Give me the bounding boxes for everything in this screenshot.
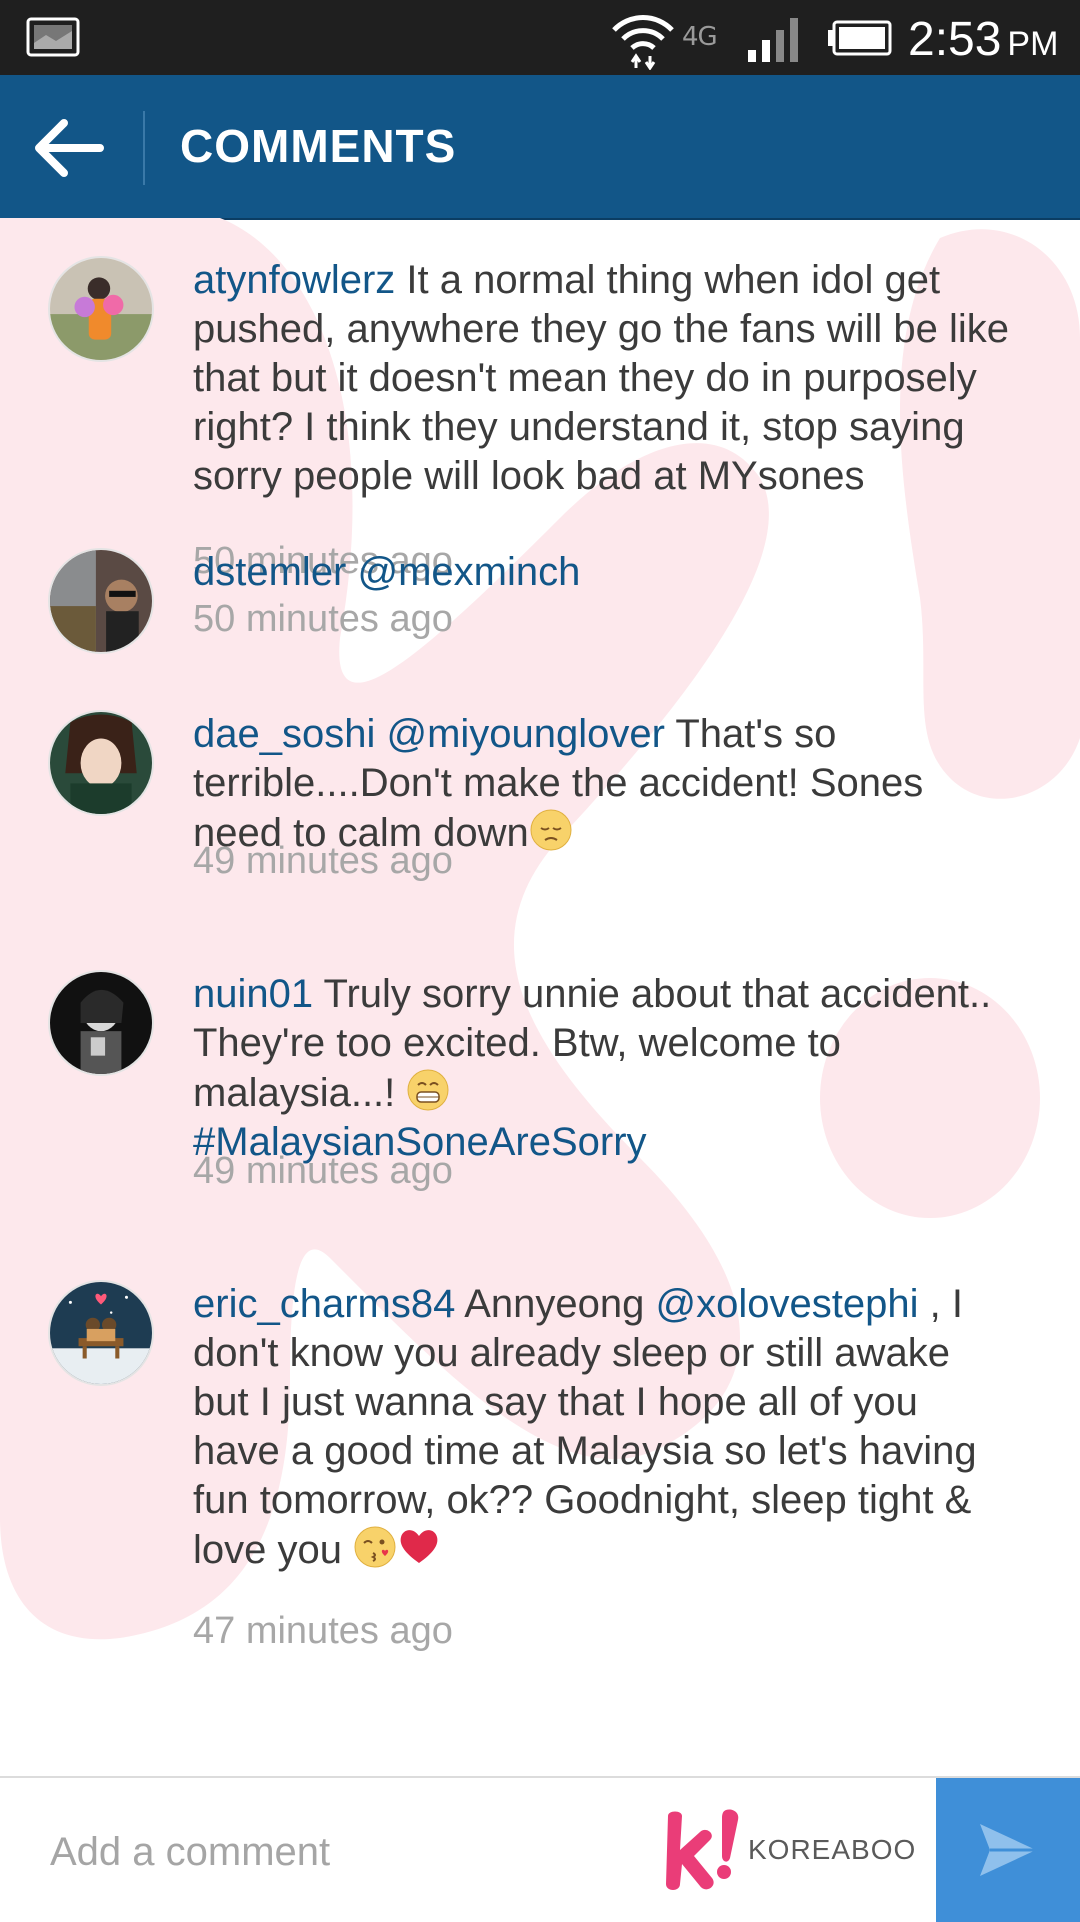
comment-username[interactable]: dae_soshi [193, 712, 375, 756]
send-icon [980, 1824, 1036, 1876]
comment-username[interactable]: nuin01 [193, 972, 313, 1016]
avatar[interactable] [48, 710, 154, 816]
comment-text: nuin01 Truly sorry unnie about that acci… [193, 972, 992, 1164]
comments-list: atynfowlerz It a normal thing when idol … [0, 218, 1080, 1776]
network-type-label: 4G [682, 22, 718, 52]
wifi-icon [612, 15, 674, 70]
back-button[interactable] [30, 113, 110, 183]
grinning-face-emoji [407, 1069, 449, 1111]
comment-timestamp: 50 minutes ago [193, 598, 453, 640]
status-bar: 4G 2:53 PM [0, 0, 1080, 75]
comment-mention[interactable]: @xolovestephi [656, 1282, 919, 1326]
comment-composer: KOREABOO [0, 1776, 1080, 1922]
koreaboo-wordmark: KOREABOO [748, 1834, 917, 1865]
red-heart-emoji [400, 1530, 438, 1563]
pensive-face-emoji [530, 809, 572, 851]
gallery-notification-icon [26, 17, 80, 57]
comment-text: atynfowlerz It a normal thing when idol … [193, 258, 1010, 498]
koreaboo-k-icon [666, 1809, 739, 1890]
comment-username[interactable]: atynfowlerz [193, 258, 395, 302]
comment-timestamp: 47 minutes ago [193, 1610, 453, 1652]
comment-text: dstemler @mexminch [193, 548, 1013, 597]
add-comment-input[interactable] [48, 1816, 632, 1888]
comment-mention[interactable]: @miyounglover [375, 712, 665, 756]
signal-strength-icon [748, 18, 798, 62]
clock: 2:53 PM [908, 13, 1059, 66]
avatar[interactable] [48, 970, 154, 1076]
avatar[interactable] [48, 548, 154, 654]
avatar[interactable] [48, 1280, 154, 1386]
header-divider [143, 111, 145, 185]
battery-icon [828, 20, 892, 56]
app-header: COMMENTS [0, 75, 1080, 220]
comment-mention[interactable]: @mexminch [346, 550, 581, 594]
koreaboo-logo: KOREABOO [660, 1806, 920, 1896]
back-arrow-icon [35, 119, 104, 177]
comment-username[interactable]: eric_charms84 [193, 1282, 455, 1326]
kiss-face-emoji [354, 1526, 396, 1568]
send-button[interactable] [936, 1778, 1080, 1922]
comment-username[interactable]: dstemler [193, 550, 346, 594]
page-title: COMMENTS [180, 120, 457, 172]
comment-text: dae_soshi @miyounglover That's so terrib… [193, 712, 924, 855]
comment-timestamp: 49 minutes ago [193, 1150, 453, 1192]
comment-text: eric_charms84 Annyeong @xolovestephi , I… [193, 1282, 977, 1572]
comment-timestamp: 49 minutes ago [193, 840, 453, 882]
avatar[interactable] [48, 256, 154, 362]
